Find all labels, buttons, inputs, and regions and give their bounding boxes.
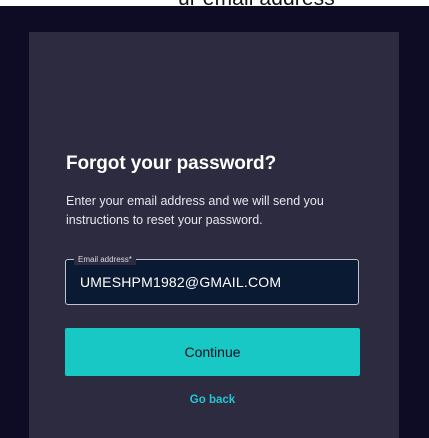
email-field[interactable]: Email address* [65,254,359,305]
modal-backdrop: Forgot your password? Enter your email a… [0,6,429,438]
continue-button[interactable]: Continue [65,328,360,376]
page: ur email address Forgot your password? E… [0,0,429,438]
instructions-text: Enter your email address and we will sen… [66,194,324,227]
page-title: Forgot your password? [66,153,277,174]
go-back-link[interactable]: Go back [65,394,360,406]
forgot-password-card: Forgot your password? Enter your email a… [29,32,399,438]
email-input[interactable] [66,260,358,304]
